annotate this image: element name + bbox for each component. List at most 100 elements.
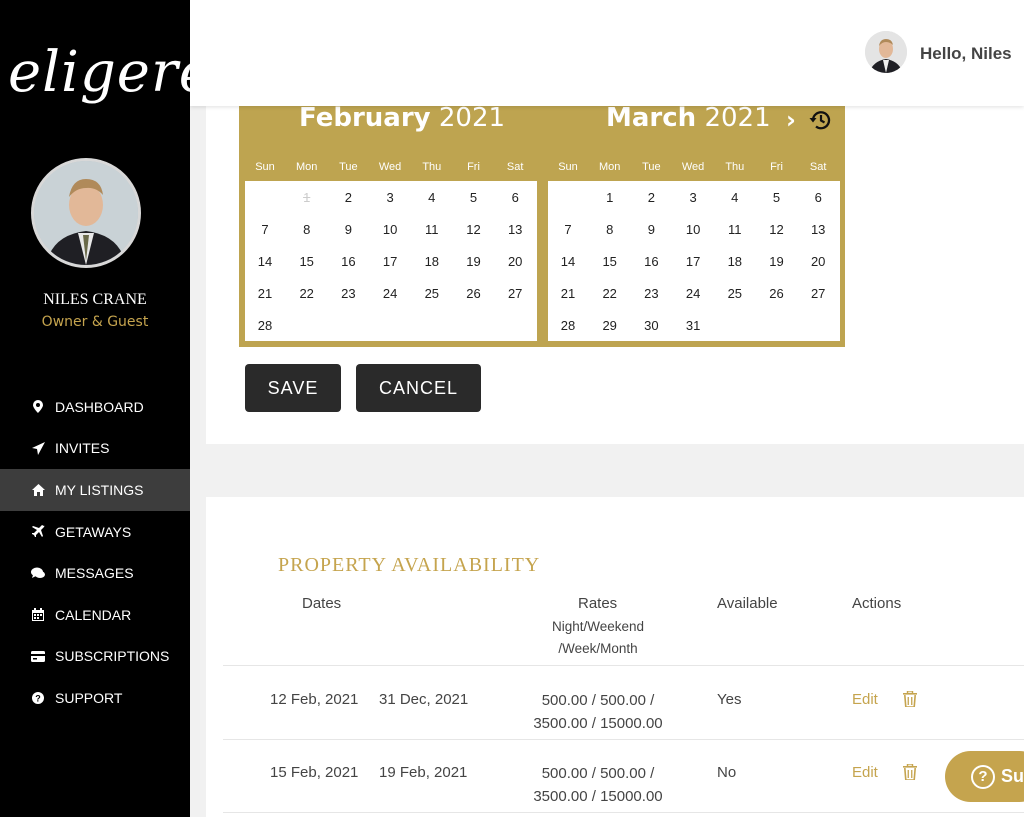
calendar-day[interactable]: 5 (453, 190, 495, 205)
weekday-label: Sat (809, 161, 827, 173)
calendar-day[interactable]: 17 (672, 254, 714, 269)
sidebar-item-label: SUBSCRIPTIONS (55, 648, 170, 665)
calendar-day[interactable]: 4 (411, 190, 453, 205)
row-rates-line1: 500.00 / 500.00 / (541, 692, 655, 709)
calendar-day[interactable]: 28 (547, 318, 589, 333)
sidebar-item-calendar[interactable]: CALENDAR (0, 594, 190, 636)
row-available: No (717, 764, 737, 781)
calendar-day[interactable]: 25 (411, 286, 453, 301)
calendar-day[interactable]: 23 (327, 286, 369, 301)
save-button[interactable]: SAVE (245, 364, 341, 412)
calendar-day[interactable]: 8 (589, 222, 631, 237)
calendar-day[interactable]: 18 (411, 254, 453, 269)
calendar-day[interactable]: 1 (589, 190, 631, 205)
map-marker-icon (31, 400, 45, 414)
calendar-day[interactable]: 15 (589, 254, 631, 269)
cancel-button[interactable]: CANCEL (356, 364, 481, 412)
header-avatar[interactable] (865, 31, 907, 73)
weekday-label: Tue (642, 161, 661, 173)
calendar-day[interactable]: 20 (797, 254, 839, 269)
history-icon[interactable] (808, 108, 832, 132)
row-end-date: 31 Dec, 2021 (379, 691, 469, 708)
weekday-label: Thu (725, 161, 745, 173)
next-month-icon[interactable]: › (786, 106, 796, 134)
trash-icon[interactable] (903, 763, 919, 782)
sidebar-item-label: MY LISTINGS (55, 481, 144, 498)
calendar-day[interactable]: 20 (494, 254, 536, 269)
sidebar-item-my-listings[interactable]: MY LISTINGS (0, 469, 190, 511)
calendar-day[interactable]: 30 (630, 318, 672, 333)
calendar-day[interactable]: 9 (630, 222, 672, 237)
row-available: Yes (717, 691, 742, 708)
section-title: PROPERTY AVAILABILITY (278, 554, 541, 576)
calendar-day[interactable]: 21 (547, 286, 589, 301)
calendar-day[interactable]: 12 (756, 222, 798, 237)
calendar-day[interactable]: 10 (369, 222, 411, 237)
calendar-day: 1 (303, 190, 311, 205)
calendar-day[interactable]: 31 (672, 318, 714, 333)
calendar-day[interactable]: 29 (589, 318, 631, 333)
calendar-day[interactable]: 27 (797, 286, 839, 301)
calendar-day[interactable]: 11 (714, 222, 756, 237)
app-logo[interactable]: eligere (8, 40, 213, 105)
calendar-day[interactable]: 26 (756, 286, 798, 301)
calendar-day[interactable]: 6 (494, 190, 536, 205)
calendar-day[interactable]: 16 (630, 254, 672, 269)
trash-icon[interactable] (903, 690, 919, 709)
calendar-day[interactable]: 27 (494, 286, 536, 301)
calendar-day[interactable]: 19 (453, 254, 495, 269)
calendar-day[interactable]: 22 (589, 286, 631, 301)
column-header-rates-sub1: Night/Weekend (551, 619, 645, 634)
user-greeting[interactable]: Hello, Niles (920, 44, 1012, 64)
calendar-day[interactable]: 19 (756, 254, 798, 269)
credit-card-icon (31, 649, 45, 663)
edit-link[interactable]: Edit (852, 691, 878, 708)
calendar-day[interactable]: 10 (672, 222, 714, 237)
calendar-day[interactable]: 18 (714, 254, 756, 269)
calendar-day[interactable]: 25 (714, 286, 756, 301)
calendar-day[interactable]: 11 (411, 222, 453, 237)
calendar-day[interactable]: 26 (453, 286, 495, 301)
calendar-day[interactable]: 13 (797, 222, 839, 237)
sidebar-item-support[interactable]: ? SUPPORT (0, 677, 190, 719)
sidebar-item-messages[interactable]: MESSAGES (0, 552, 190, 594)
calendar-day[interactable]: 24 (369, 286, 411, 301)
sidebar-item-subscriptions[interactable]: SUBSCRIPTIONS (0, 636, 190, 678)
calendar-day[interactable]: 2 (327, 190, 369, 205)
calendar-day[interactable]: 3 (369, 190, 411, 205)
question-icon: ? (971, 764, 995, 789)
sidebar-item-dashboard[interactable]: DASHBOARD (0, 386, 190, 428)
edit-link[interactable]: Edit (852, 764, 878, 781)
sidebar: eligere NILES CRANE Owner & Guest DASHBO… (0, 0, 212, 817)
calendar-day[interactable]: 6 (797, 190, 839, 205)
sidebar-item-getaways[interactable]: GETAWAYS (0, 511, 190, 553)
row-start-date: 15 Feb, 2021 (270, 764, 359, 781)
calendar-day[interactable]: 3 (672, 190, 714, 205)
calendar-day[interactable]: 7 (547, 222, 589, 237)
calendar-day[interactable]: 17 (369, 254, 411, 269)
support-button[interactable]: ? Sup (945, 751, 1024, 802)
calendar-day[interactable]: 7 (244, 222, 286, 237)
calendar-day[interactable]: 23 (630, 286, 672, 301)
calendar-day[interactable]: 21 (244, 286, 286, 301)
calendar-day[interactable]: 5 (756, 190, 798, 205)
calendar-day[interactable]: 12 (453, 222, 495, 237)
calendar-day[interactable]: 22 (286, 286, 328, 301)
profile-avatar[interactable] (31, 158, 141, 268)
sidebar-item-invites[interactable]: INVITES (0, 428, 190, 470)
sidebar-nav: DASHBOARD INVITES MY LISTINGS GETAWAYS M… (0, 386, 190, 719)
calendar-day[interactable]: 16 (327, 254, 369, 269)
calendar-day[interactable]: 8 (286, 222, 328, 237)
calendar-title-february: February 2021 (299, 103, 506, 133)
calendar-day[interactable]: 13 (494, 222, 536, 237)
calendar-day[interactable]: 4 (714, 190, 756, 205)
calendar-day[interactable]: 28 (244, 318, 286, 333)
calendar-day[interactable]: 9 (327, 222, 369, 237)
calendar-day[interactable]: 2 (630, 190, 672, 205)
calendar-day[interactable]: 15 (286, 254, 328, 269)
calendar-day[interactable]: 14 (547, 254, 589, 269)
weekday-label: Mon (295, 161, 318, 173)
row-start-date: 12 Feb, 2021 (270, 691, 359, 708)
calendar-day[interactable]: 14 (244, 254, 286, 269)
calendar-day[interactable]: 24 (672, 286, 714, 301)
